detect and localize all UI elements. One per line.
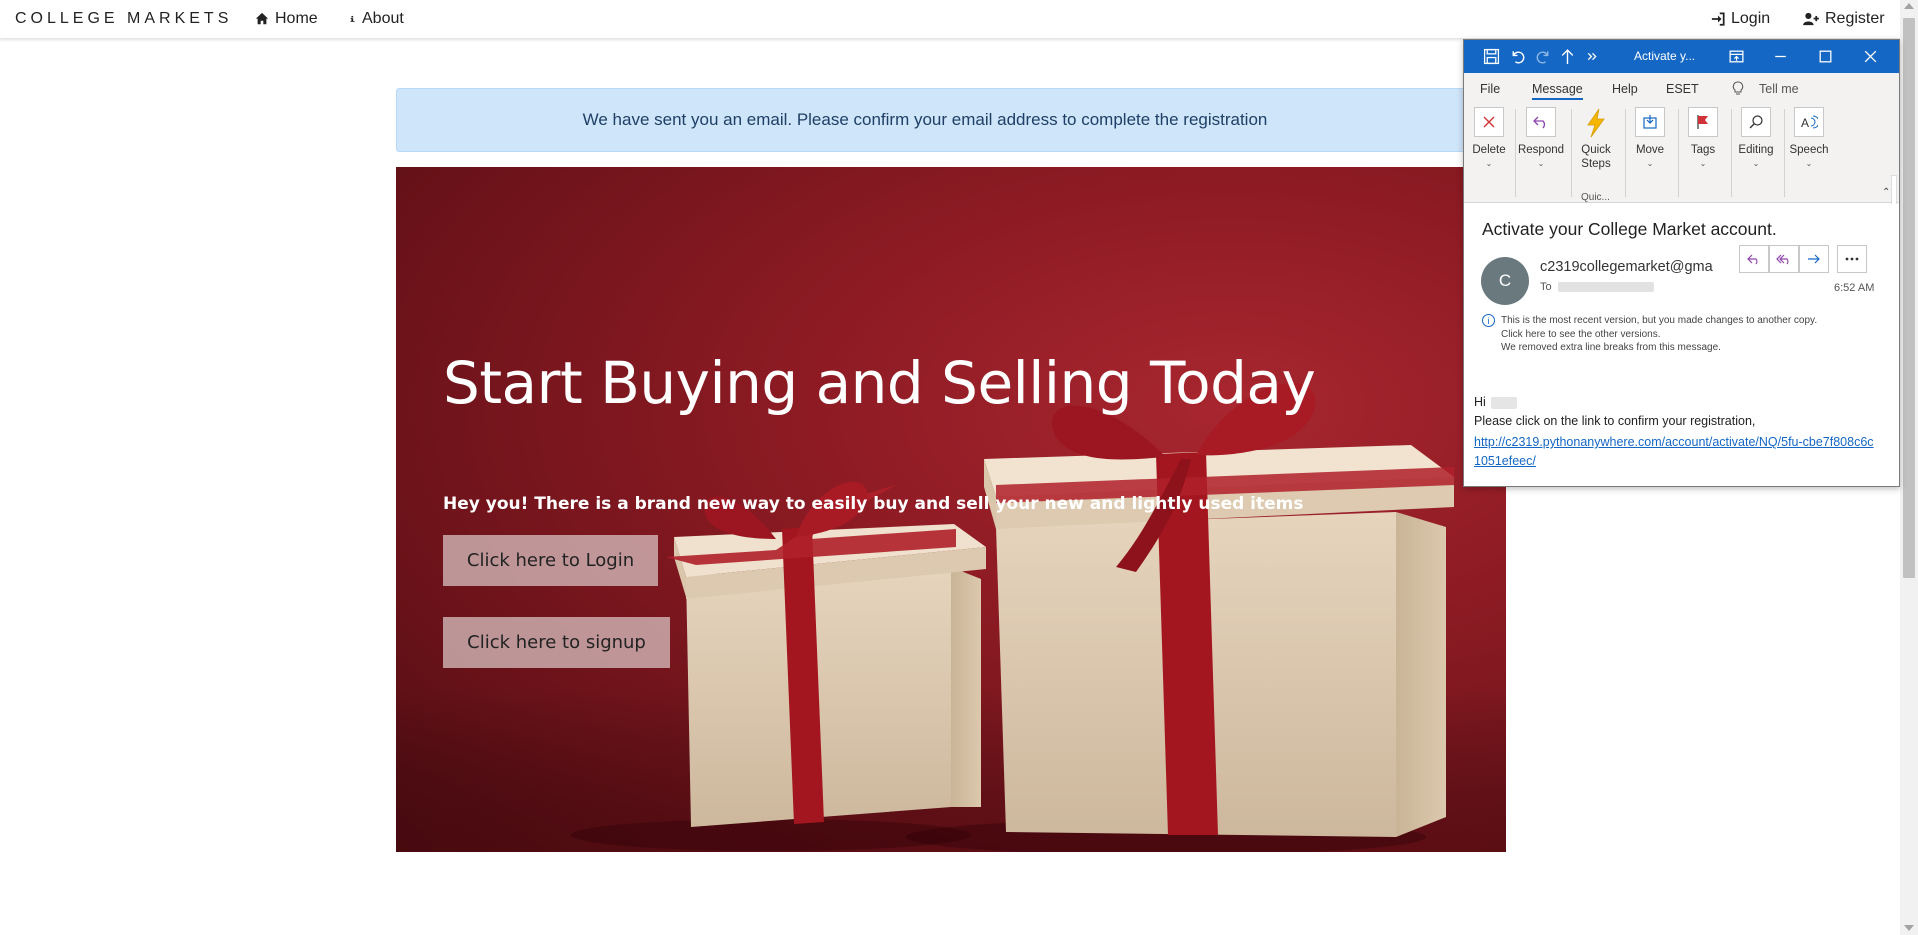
close-icon[interactable] [1862,48,1879,65]
ribbon-quick-steps-label: Quick Steps [1581,144,1611,170]
ribbon-editing-label: Editing [1738,144,1774,156]
minimize-icon[interactable] [1772,48,1789,65]
alert-message: We have sent you an email. Please confir… [582,110,1268,129]
nav-about-link[interactable]: About [349,10,404,28]
tell-me-search[interactable]: Tell me [1759,82,1799,96]
outlook-ribbon-tabs: File Message Help ESET Tell me [1464,73,1899,103]
info-line-2[interactable]: Click here to see the other versions. [1501,328,1817,342]
home-icon [255,12,269,25]
message-time: 6:52 AM [1834,282,1875,294]
scroll-thumb[interactable] [1903,18,1915,578]
scroll-down-arrow-icon[interactable] [1904,925,1914,931]
search-icon [1749,115,1763,129]
message-info-bar[interactable]: This is the most recent version, but you… [1501,314,1817,355]
redacted-recipient [1558,282,1654,292]
top-navbar: COLLEGE MARKETS Home About Login Registe… [0,0,1900,39]
lightbulb-icon [1732,81,1744,95]
up-arrow-icon[interactable] [1559,48,1576,65]
ribbon-move-label: Move [1635,144,1665,156]
nav-home-label: Home [275,10,318,27]
nav-register-label: Register [1825,10,1885,27]
tab-eset[interactable]: ESET [1666,82,1699,96]
more-commands-icon[interactable] [1584,48,1601,65]
mail-greeting: Hi [1474,395,1486,409]
hero-login-button[interactable]: Click here to Login [443,535,658,586]
nav-about-label: About [362,10,404,27]
save-icon[interactable] [1483,48,1500,65]
nav-home-link[interactable]: Home [255,10,318,28]
message-sender[interactable]: c2319collegemarket@gma [1540,259,1713,275]
redacted-name [1491,397,1517,409]
undo-icon[interactable] [1509,48,1526,65]
registration-alert: We have sent you an email. Please confir… [396,88,1506,152]
sign-in-icon [1711,12,1725,26]
nav-register-link[interactable]: Register [1803,10,1885,28]
maximize-icon[interactable] [1817,48,1834,65]
tab-help[interactable]: Help [1612,82,1638,96]
info-icon: i [1482,314,1495,327]
ribbon-quick-group-label: Quic... [1581,192,1610,203]
scroll-up-arrow-icon[interactable] [1904,3,1914,9]
flag-icon [1697,115,1708,129]
avatar: C [1481,257,1529,305]
tab-message[interactable]: Message [1532,82,1583,100]
nav-login-label: Login [1731,10,1771,27]
ribbon-display-icon[interactable] [1728,48,1745,65]
ribbon-move-button[interactable]: Move ⌄ [1627,107,1673,168]
hero-signup-button[interactable]: Click here to signup [443,617,670,668]
redo-icon[interactable] [1535,48,1552,65]
reply-icon [1747,254,1758,265]
read-aloud-icon: A [1801,115,1818,130]
more-dots-icon [1845,257,1859,261]
ribbon-quick-steps-button[interactable]: Quick Steps [1573,107,1619,171]
activation-link[interactable]: http://c2319.pythonanywhere.com/account/… [1474,433,1874,471]
lightning-icon [1587,108,1605,138]
more-actions-button[interactable] [1837,245,1867,273]
svg-text:A: A [1801,116,1809,130]
ribbon-delete-label: Delete [1472,144,1506,156]
reply-icon [1533,116,1546,129]
delete-icon [1483,116,1495,128]
outlook-ribbon: Delete ⌄ Respond ⌄ Quick Steps Quic... M… [1464,103,1899,263]
tab-file[interactable]: File [1480,82,1500,96]
info-icon [350,15,355,22]
collapse-ribbon-icon[interactable]: ⌃ [1882,187,1890,198]
ribbon-respond-label: Respond [1517,144,1565,156]
brand-logo[interactable]: COLLEGE MARKETS [15,10,232,28]
ribbon-tags-label: Tags [1690,144,1716,156]
user-plus-icon [1803,12,1819,26]
info-line-3: We removed extra line breaks from this m… [1501,342,1721,353]
ribbon-speech-button[interactable]: A Speech ⌄ [1786,107,1832,168]
reply-all-button[interactable] [1769,245,1799,273]
to-label: To [1540,281,1552,293]
outlook-message-window: Activate y... File Message Help ESET Tel… [1463,39,1900,487]
message-subject: Activate your College Market account. [1482,219,1777,239]
page-scrollbar[interactable] [1900,0,1918,935]
outlook-message-body: Activate your College Market account. C … [1464,204,1899,486]
hero-banner: Start Buying and Selling Today Hey you! … [396,167,1506,852]
reply-button[interactable] [1739,245,1769,273]
outlook-window-title: Activate y... [1634,49,1696,63]
hero-title: Start Buying and Selling Today [443,349,1316,417]
ribbon-speech-label: Speech [1789,144,1829,156]
hero-subtitle: Hey you! There is a brand new way to eas… [443,494,1304,514]
outlook-title-bar: Activate y... [1464,40,1899,73]
move-icon [1643,115,1657,129]
ribbon-editing-button[interactable]: Editing ⌄ [1733,107,1779,168]
forward-icon [1808,254,1820,264]
forward-button[interactable] [1799,245,1829,273]
reply-all-icon [1776,254,1789,265]
mail-body-text: Please click on the link to confirm your… [1474,414,1756,428]
ribbon-respond-button[interactable]: Respond ⌄ [1518,107,1564,168]
ribbon-delete-button[interactable]: Delete ⌄ [1466,107,1512,168]
ribbon-tags-button[interactable]: Tags ⌄ [1680,107,1726,168]
nav-login-link[interactable]: Login [1711,10,1770,28]
info-line-1: This is the most recent version, but you… [1501,315,1818,326]
